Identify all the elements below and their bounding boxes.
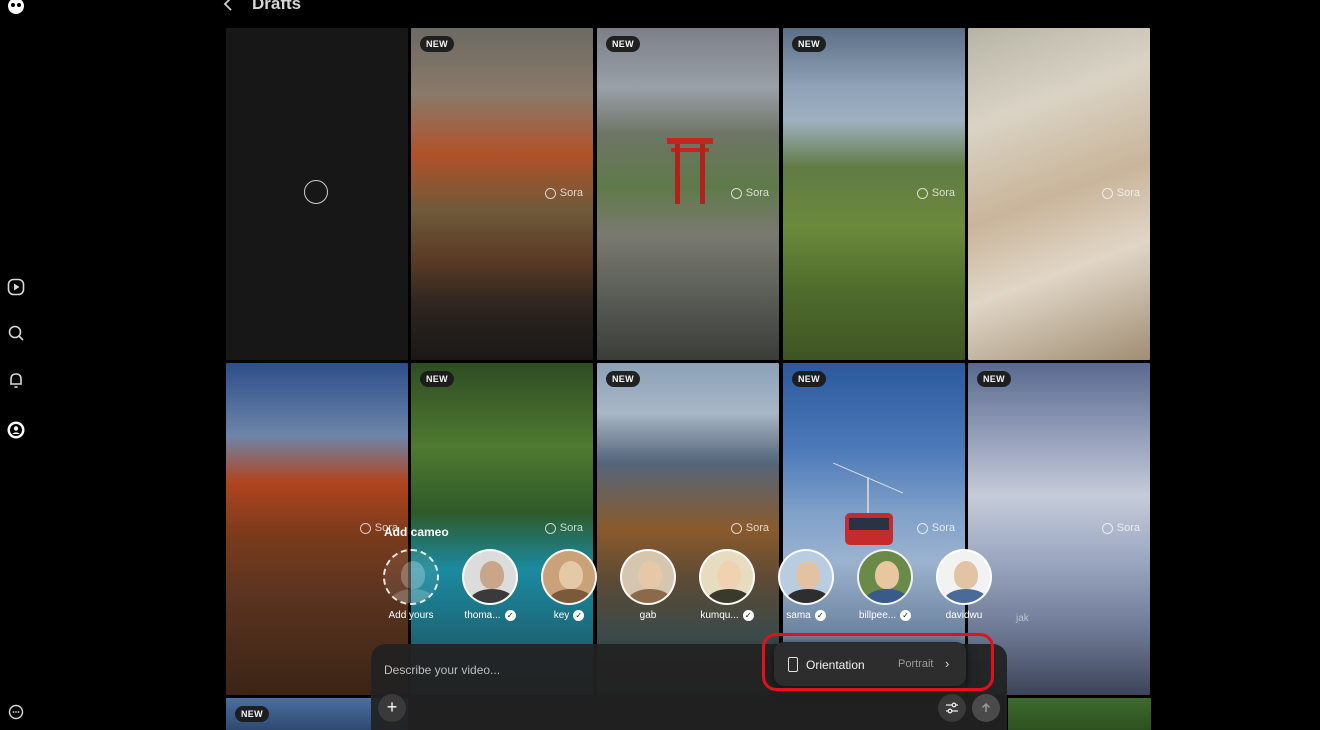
sora-watermark-icon [359, 522, 371, 534]
avatar [778, 549, 834, 605]
sora-watermark-icon [916, 522, 928, 534]
avatar [462, 549, 518, 605]
avatar [620, 549, 676, 605]
cameo-add-yours[interactable]: Add yours [381, 549, 441, 621]
avatar [699, 549, 755, 605]
cameo-name: Add yours [388, 610, 434, 621]
new-badge: NEW [792, 36, 826, 52]
cameo-name: davidwu [945, 610, 983, 621]
red-highlight-annotation [762, 633, 994, 691]
search-icon[interactable] [6, 323, 26, 343]
sora-logo-icon[interactable] [6, 0, 26, 16]
watermark: Sora [730, 187, 769, 199]
new-badge: NEW [606, 36, 640, 52]
sora-watermark-icon [730, 187, 742, 199]
new-badge: NEW [235, 706, 269, 722]
back-button[interactable] [221, 0, 239, 16]
verified-icon: ✓ [742, 610, 754, 621]
avatar [857, 549, 913, 605]
prompt-input[interactable]: Describe your video... [384, 663, 500, 677]
watermark: Sora [544, 187, 583, 199]
add-cameo-title: Add cameo [384, 525, 449, 539]
sora-watermark-icon [544, 522, 556, 534]
sora-watermark-icon [1101, 187, 1113, 199]
watermark: Sora [730, 522, 769, 534]
cameo-name: thoma... [464, 610, 501, 621]
play-circle-icon[interactable] [6, 277, 26, 297]
page-title: Drafts [252, 0, 302, 13]
settings-button[interactable] [938, 694, 966, 722]
cameo-name: billpee... [858, 610, 897, 621]
add-attachment-button[interactable]: + [378, 694, 406, 722]
cameo-item[interactable]: sama ✓ [776, 549, 836, 621]
new-badge: NEW [977, 371, 1011, 387]
draft-tile[interactable]: NEW Sora [597, 28, 779, 360]
torii-gate-illustration [667, 138, 713, 204]
new-badge: NEW [420, 36, 454, 52]
cameo-name: kumqu... [700, 610, 739, 621]
watermark: Sora [1101, 187, 1140, 199]
send-button[interactable] [972, 694, 1000, 722]
draft-tile[interactable]: Sora [968, 28, 1150, 360]
cameo-item[interactable]: thoma... ✓ [460, 549, 520, 621]
profile-icon[interactable] [6, 420, 26, 440]
watermark: Sora [916, 522, 955, 534]
arrow-up-icon [981, 702, 991, 712]
gondola-illustration [833, 463, 903, 545]
avatar [383, 549, 439, 605]
new-badge: NEW [792, 371, 826, 387]
new-badge: NEW [606, 371, 640, 387]
verified-icon: ✓ [900, 610, 912, 621]
cameo-name: sama [786, 610, 811, 621]
cameo-item[interactable]: billpee... ✓ [855, 549, 915, 621]
cameo-item[interactable]: davidwu [934, 549, 994, 621]
cameo-item[interactable]: gab [618, 549, 678, 621]
left-rail [0, 0, 34, 730]
cameo-name: gab [639, 610, 657, 621]
avatar [936, 549, 992, 605]
draft-tile[interactable]: NEW Sora [783, 28, 965, 360]
avatar [541, 549, 597, 605]
verified-icon: ✓ [504, 610, 516, 621]
sora-watermark-icon [730, 522, 742, 534]
cameo-item[interactable]: key ✓ [539, 549, 599, 621]
verified-icon: ✓ [814, 610, 826, 621]
sora-watermark-icon [1101, 522, 1113, 534]
loading-spinner-icon [304, 180, 328, 204]
more-icon[interactable] [6, 702, 26, 722]
verified-icon: ✓ [573, 610, 585, 621]
sliders-icon [946, 702, 958, 714]
draft-tile[interactable]: NEW Sora [411, 28, 593, 360]
sora-watermark-icon [916, 187, 928, 199]
draft-tile[interactable] [1008, 698, 1151, 730]
watermark: Sora [544, 522, 583, 534]
draft-tile-loading[interactable] [226, 28, 408, 360]
sora-watermark-icon [544, 187, 556, 199]
watermark: Sora [916, 187, 955, 199]
cameo-name: key [553, 610, 570, 621]
bell-icon[interactable] [6, 370, 26, 390]
watermark: Sora [1101, 522, 1140, 534]
cameo-peek-label: jak [1016, 613, 1029, 624]
new-badge: NEW [420, 371, 454, 387]
cameo-item[interactable]: kumqu... ✓ [697, 549, 757, 621]
